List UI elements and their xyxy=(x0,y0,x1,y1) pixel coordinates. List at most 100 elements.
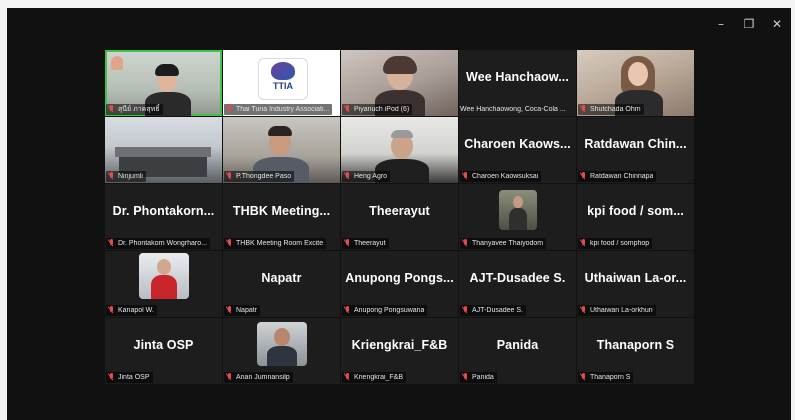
mic-muted-icon xyxy=(461,239,470,248)
window-titlebar: – ❐ ✕ xyxy=(7,8,791,40)
ttia-logo: TTIA xyxy=(258,58,308,100)
raised-hand-icon xyxy=(111,56,123,70)
participant-display-name: Theerayut xyxy=(369,204,430,218)
participant-tile[interactable]: Kanapol W. xyxy=(105,251,222,317)
participant-name-tag: Shutchada Ohm xyxy=(578,104,644,115)
participant-tile[interactable]: Panida Panida xyxy=(459,318,576,384)
participant-name-tag: AJT-Dusadee S. xyxy=(460,305,526,316)
participant-name-tag: P.Thongdee Paso xyxy=(224,171,295,182)
meeting-window: – ❐ ✕ สุนีย์ ภาคสุทธิ์ TTIA Thai Tuna In… xyxy=(7,8,791,420)
participant-display-name: Panida xyxy=(496,338,539,352)
participant-tile[interactable]: Anan Jumnansilp xyxy=(223,318,340,384)
mic-muted-icon xyxy=(343,239,352,248)
mic-muted-icon xyxy=(343,172,352,181)
participant-tile[interactable]: Wee Hanchaow... Wee Hanchaowong, Coca-Co… xyxy=(459,50,576,116)
mic-muted-icon xyxy=(579,172,588,181)
mic-muted-icon xyxy=(107,373,116,382)
participant-tile[interactable]: AJT-Dusadee S. AJT-Dusadee S. xyxy=(459,251,576,317)
participant-tile[interactable]: สุนีย์ ภาคสุทธิ์ xyxy=(105,50,222,116)
participant-name-tag: Heng Agro xyxy=(342,171,391,182)
participant-tile[interactable]: Kriengkrai_F&B Kriengkrai_F&B xyxy=(341,318,458,384)
participant-display-name: kpi food / som... xyxy=(587,204,684,218)
minimize-icon[interactable]: – xyxy=(710,14,732,34)
participant-name-tag: Anupong Pongsuwana xyxy=(342,305,428,316)
restore-icon[interactable]: ❐ xyxy=(738,14,760,34)
avatar xyxy=(257,322,307,366)
participant-name-tag: Panida xyxy=(460,372,497,383)
mic-muted-icon xyxy=(579,239,588,248)
participant-name-tag: Jinta OSP xyxy=(106,372,153,383)
mic-muted-icon xyxy=(225,105,234,114)
mic-muted-icon xyxy=(107,239,116,248)
participant-name-tag: Thanyavee Thaiyodom xyxy=(460,238,547,249)
participant-name-tag: Thanaporn S xyxy=(578,372,634,383)
participant-tile[interactable]: P.Thongdee Paso xyxy=(223,117,340,183)
participant-tile[interactable]: Uthaiwan La-or... Uthaiwan La-orkhun xyxy=(577,251,694,317)
participant-tile[interactable]: Ratdawan Chin... Ratdawan Chinnapa xyxy=(577,117,694,183)
close-icon[interactable]: ✕ xyxy=(766,14,788,34)
participant-name-tag: Anan Jumnansilp xyxy=(224,372,293,383)
conference-table xyxy=(115,147,211,157)
participant-display-name: Uthaiwan La-or... xyxy=(584,271,687,285)
participant-display-name: AJT-Dusadee S. xyxy=(469,271,566,285)
participant-tile[interactable]: TTIA Thai Tuna Industry Associati... xyxy=(223,50,340,116)
mic-muted-icon xyxy=(225,306,234,315)
participant-display-name: Dr. Phontakorn... xyxy=(112,204,215,218)
participant-tile[interactable]: Napatr Napatr xyxy=(223,251,340,317)
participant-name-tag: Theerayut xyxy=(342,238,389,249)
participant-display-name: Ratdawan Chin... xyxy=(584,137,687,151)
participant-tile[interactable]: Thanyavee Thaiyodom xyxy=(459,184,576,250)
participant-tile[interactable]: Theerayut Theerayut xyxy=(341,184,458,250)
participant-name-tag: Thai Tuna Industry Associati... xyxy=(224,104,333,115)
participant-name-tag: Uthaiwan La-orkhun xyxy=(578,305,656,316)
participant-display-name: Charoen Kaows... xyxy=(464,137,571,151)
participant-name-tag: Ratdawan Chinnapa xyxy=(578,171,657,182)
logo-text: TTIA xyxy=(273,81,293,91)
participant-name-tag: THBK Meeting Room Excite xyxy=(224,238,327,249)
participant-tile[interactable]: Jinta OSP Jinta OSP xyxy=(105,318,222,384)
participant-gallery: สุนีย์ ภาคสุทธิ์ TTIA Thai Tuna Industry… xyxy=(105,50,695,386)
mic-muted-icon xyxy=(579,373,588,382)
participant-tile[interactable]: Charoen Kaows... Charoen Kaowsuksai xyxy=(459,117,576,183)
participant-display-name: Wee Hanchaow... xyxy=(466,70,569,84)
participant-display-name: Thanaporn S xyxy=(596,338,675,352)
mic-muted-icon xyxy=(107,172,116,181)
participant-name-tag: Wee Hanchaowong, Coca-Cola ... xyxy=(460,106,566,113)
participant-name-tag: Ninjumli xyxy=(106,171,146,182)
participant-tile[interactable]: Heng Agro xyxy=(341,117,458,183)
participant-name-tag: Piyanuch iPod (6) xyxy=(342,104,413,115)
participant-tile[interactable]: Shutchada Ohm xyxy=(577,50,694,116)
participant-name-tag: Kanapol W. xyxy=(106,305,157,316)
mic-muted-icon xyxy=(107,306,116,315)
mic-muted-icon xyxy=(579,105,588,114)
mic-muted-icon xyxy=(579,306,588,315)
participant-tile[interactable]: Thanaporn S Thanaporn S xyxy=(577,318,694,384)
participant-name-tag: Kriengkrai_F&B xyxy=(342,372,407,383)
participant-display-name: Napatr xyxy=(261,271,302,285)
avatar xyxy=(139,253,189,299)
mic-muted-icon xyxy=(343,373,352,382)
participant-tile[interactable]: THBK Meeting... THBK Meeting Room Excite xyxy=(223,184,340,250)
participant-display-name: Jinta OSP xyxy=(133,338,194,352)
mic-muted-icon xyxy=(225,373,234,382)
participant-tile[interactable]: Piyanuch iPod (6) xyxy=(341,50,458,116)
participant-display-name: Kriengkrai_F&B xyxy=(351,338,448,352)
participant-tile[interactable]: Ninjumli xyxy=(105,117,222,183)
mic-muted-icon xyxy=(225,239,234,248)
participant-tile[interactable]: Dr. Phontakorn... Dr. Phontakorn Wongrha… xyxy=(105,184,222,250)
participant-tile[interactable]: Anupong Pongs... Anupong Pongsuwana xyxy=(341,251,458,317)
mic-muted-icon xyxy=(461,306,470,315)
participant-name-tag: สุนีย์ ภาคสุทธิ์ xyxy=(106,104,163,115)
participant-display-name: Anupong Pongs... xyxy=(345,271,454,285)
participant-name-tag: Dr. Phontakorn Wongrharo... xyxy=(106,238,210,249)
participant-name-tag: Charoen Kaowsuksai xyxy=(460,171,542,182)
participant-name-tag: Napatr xyxy=(224,305,261,316)
mic-muted-icon xyxy=(225,172,234,181)
participant-tile[interactable]: kpi food / som... kpi food / somphop xyxy=(577,184,694,250)
mic-muted-icon xyxy=(343,306,352,315)
mic-muted-icon xyxy=(461,172,470,181)
participant-name-tag: kpi food / somphop xyxy=(578,238,653,249)
mic-muted-icon xyxy=(343,105,352,114)
mic-muted-icon xyxy=(107,105,116,114)
mic-muted-icon xyxy=(461,373,470,382)
